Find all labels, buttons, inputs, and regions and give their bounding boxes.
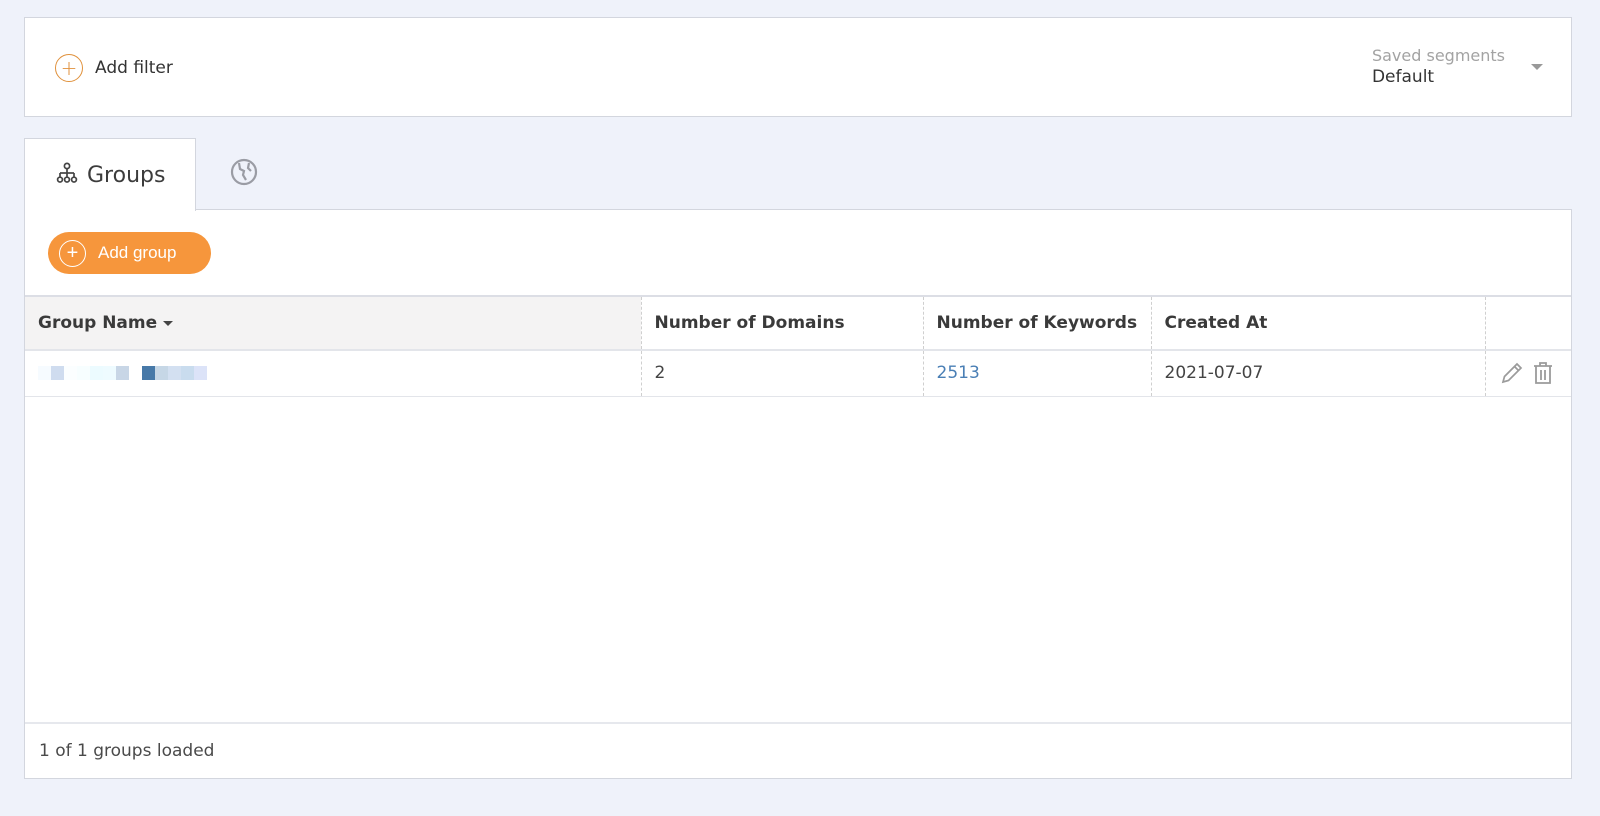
add-group-label: Add group xyxy=(98,243,177,262)
load-status: 1 of 1 groups loaded xyxy=(39,741,215,761)
cell-actions xyxy=(1485,350,1571,397)
add-group-button[interactable]: + Add group xyxy=(48,232,211,274)
saved-segments-dropdown[interactable]: Saved segments Default xyxy=(1372,46,1543,88)
column-header-group-name[interactable]: Group Name xyxy=(25,295,642,351)
table-header-row: Group Name Number of Domains Number of K… xyxy=(25,295,1571,351)
cell-group-name[interactable] xyxy=(25,350,642,397)
chevron-down-icon xyxy=(1531,64,1543,70)
saved-segments-caption: Saved segments xyxy=(1371,46,1505,65)
sort-desc-icon xyxy=(163,320,174,326)
plus-circle-icon: + xyxy=(55,54,83,82)
saved-segments-value: Default xyxy=(1371,67,1435,87)
cell-keywords: 2513 xyxy=(923,350,1152,397)
cell-domains: 2 xyxy=(641,350,924,397)
tab-groups[interactable]: Groups xyxy=(24,138,196,211)
plus-circle-icon: + xyxy=(59,239,86,267)
groups-panel: + Add group Group Name Number of Domains… xyxy=(24,209,1572,779)
edit-pencil-icon[interactable] xyxy=(1499,360,1525,386)
tab-bar: Groups xyxy=(24,138,292,211)
tab-groups-label: Groups xyxy=(87,162,166,188)
filter-bar: + Add filter Saved segments Default xyxy=(24,17,1572,117)
table-footer: 1 of 1 groups loaded xyxy=(25,722,1571,778)
column-header-created-at[interactable]: Created At xyxy=(1151,295,1486,351)
column-header-actions xyxy=(1485,295,1571,351)
tab-globe[interactable] xyxy=(196,138,292,210)
redacted-group-name xyxy=(38,366,641,381)
keywords-link[interactable]: 2513 xyxy=(937,363,980,383)
globe-icon xyxy=(229,157,259,191)
groups-table: Group Name Number of Domains Number of K… xyxy=(25,295,1571,397)
delete-trash-icon[interactable] xyxy=(1531,360,1555,386)
column-header-domains[interactable]: Number of Domains xyxy=(641,295,924,351)
sitemap-icon xyxy=(55,161,79,189)
column-header-keywords[interactable]: Number of Keywords xyxy=(923,295,1152,351)
add-filter-button[interactable]: + Add filter xyxy=(55,54,173,82)
add-filter-label: Add filter xyxy=(95,58,173,78)
cell-created-at: 2021-07-07 xyxy=(1151,350,1486,397)
table-row[interactable]: 2 2513 2021-07-07 xyxy=(25,350,1571,397)
